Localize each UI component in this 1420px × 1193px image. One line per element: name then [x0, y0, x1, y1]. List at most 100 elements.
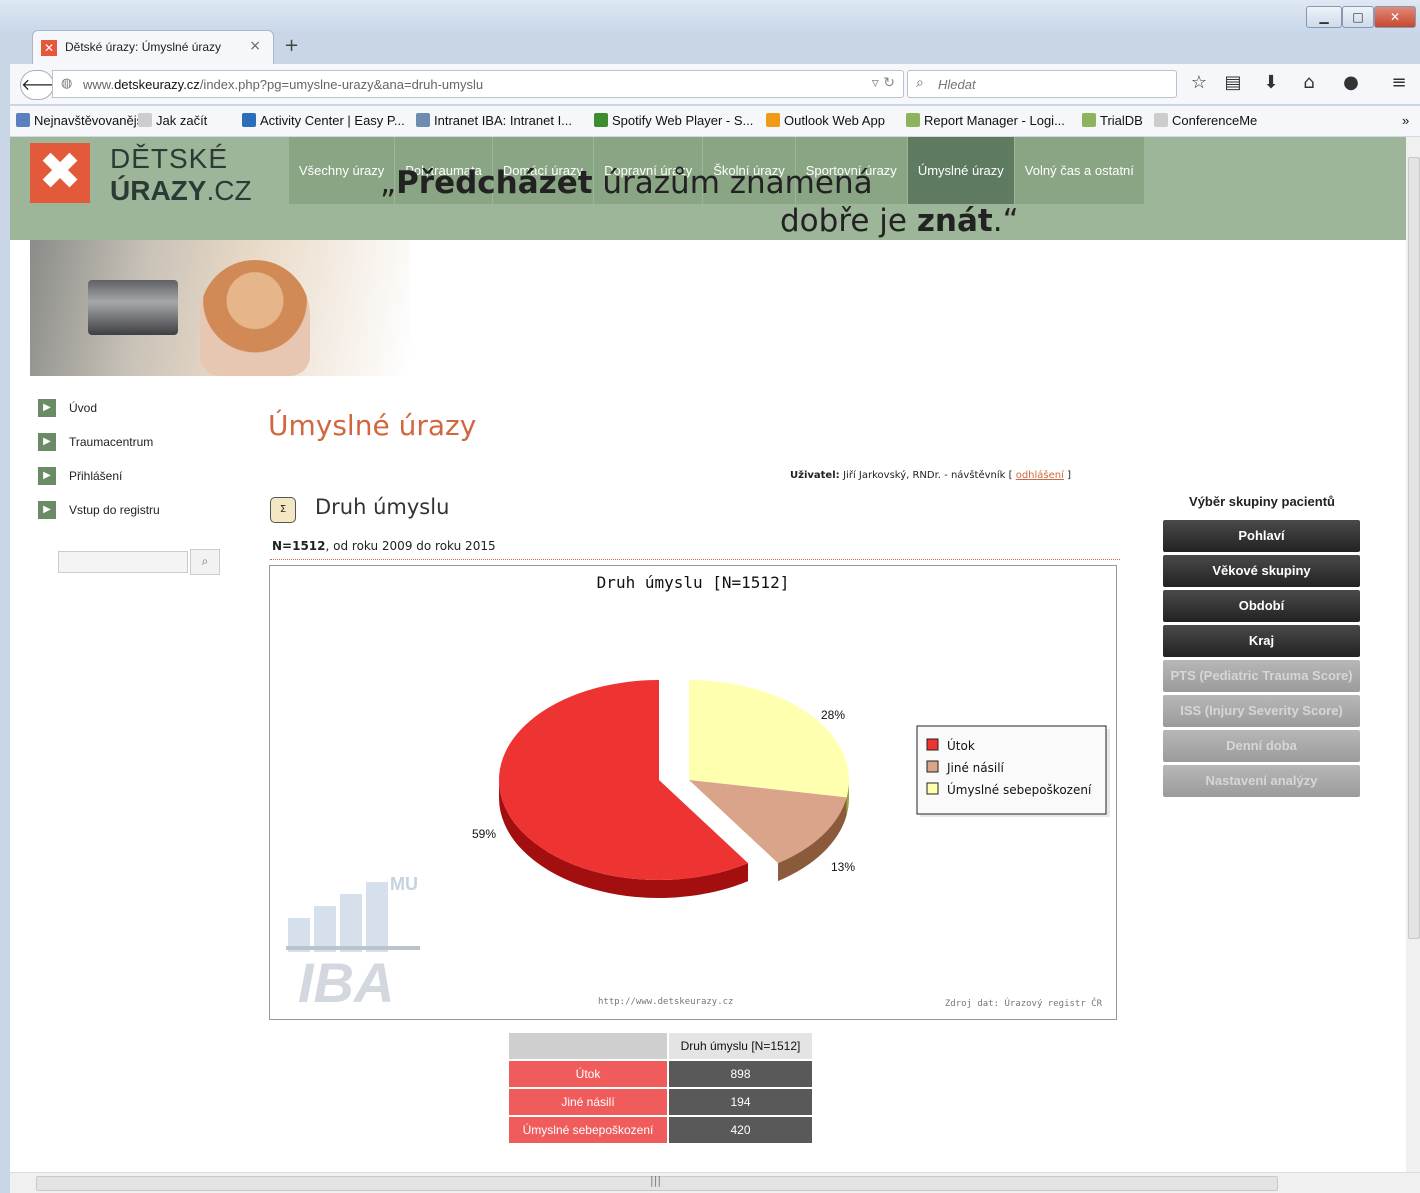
bookmark-item[interactable]: TrialDB: [1082, 113, 1143, 128]
sidebar-search-input[interactable]: [58, 551, 188, 573]
pie-percent-label: 13%: [831, 860, 855, 874]
logo-text-line2[interactable]: ÚRAZY.CZ: [110, 175, 252, 207]
bookmarks-toolbar: Nejnavštěvovanější Jak začít Activity Cent…: [10, 106, 1420, 137]
patient-group-button[interactable]: Období: [1163, 590, 1360, 622]
divider: [270, 559, 1120, 560]
tab-title: Dětské úrazy: Úmyslné úrazy: [65, 40, 222, 54]
pie-slice: [689, 680, 849, 798]
browser-search-bar[interactable]: ⌕: [907, 70, 1177, 98]
vertical-scrollbar[interactable]: [1406, 137, 1420, 1172]
patient-group-button: ISS (Injury Severity Score): [1163, 695, 1360, 727]
patient-group-button[interactable]: Pohlaví: [1163, 520, 1360, 552]
bookmark-label: Outlook Web App: [784, 113, 885, 128]
legend-label: Útok: [947, 738, 975, 753]
back-button[interactable]: 🡐: [20, 70, 64, 100]
patient-group-button[interactable]: Věkové skupiny: [1163, 555, 1360, 587]
reload-icon[interactable]: ▿ ↻: [872, 75, 895, 91]
patient-group-button[interactable]: Kraj: [1163, 625, 1360, 657]
bookmark-item[interactable]: Report Manager - Logi...: [906, 113, 1065, 128]
table-category-cell: Jiné násilí: [509, 1089, 667, 1115]
outlook-icon: [766, 113, 780, 127]
scroll-grip-icon: |||: [650, 1174, 662, 1187]
bookmark-label: Intranet IBA: Intranet I...: [434, 113, 573, 128]
sidebar-search-button[interactable]: ⌕: [190, 549, 220, 575]
horizontal-scrollbar[interactable]: |||: [10, 1172, 1420, 1193]
address-bar[interactable]: ◍ www.detskeurazy.cz/index.php?pg=umysln…: [52, 70, 904, 98]
watermark-line: [286, 946, 420, 950]
page-viewport: ✖ DĚTSKÉ ÚRAZY.CZ Všechny úrazy Polytraum…: [10, 137, 1406, 1172]
patient-group-button: PTS (Pediatric Trauma Score): [1163, 660, 1360, 692]
table-value-cell: 420: [669, 1117, 812, 1143]
bookmark-label: ConferenceMe: [1172, 113, 1258, 128]
bookmark-item[interactable]: Intranet IBA: Intranet I...: [416, 113, 572, 128]
chart-title: Druh úmyslu [N=1512]: [597, 573, 790, 592]
table-row: Úmyslné sebepoškození 420: [509, 1117, 812, 1143]
logo-text-line1[interactable]: DĚTSKÉ: [110, 143, 228, 175]
star-icon[interactable]: ☆: [1186, 72, 1212, 93]
bookmark-item[interactable]: Spotify Web Player - S...: [594, 113, 753, 128]
menu-icon[interactable]: ≡: [1386, 72, 1412, 93]
close-window-button[interactable]: ✕: [1374, 6, 1416, 28]
table-row: Útok 898: [509, 1061, 812, 1087]
legend-box: [916, 725, 1107, 815]
banner-quote-line1: „Předcházet úrazům znamená: [380, 165, 873, 201]
vertical-scroll-thumb[interactable]: [1408, 157, 1420, 939]
pie-chart: 59% 13% 28% Druh úmyslu [N=1512] Útok Jiné ná…: [269, 565, 1117, 1020]
watermark-bar: [340, 894, 362, 952]
sidebar-item-label: Úvod: [69, 401, 98, 415]
bookmark-item[interactable]: Outlook Web App: [766, 113, 885, 128]
table-header-row: Druh úmyslu [N=1512]: [509, 1033, 812, 1059]
bookmark-item[interactable]: ConferenceMe: [1154, 113, 1257, 128]
watermark-bar: [366, 882, 388, 952]
activity-icon: [242, 113, 256, 127]
bookmark-item[interactable]: Jak začít: [138, 113, 207, 128]
arrow-right-icon: ▶: [38, 433, 56, 451]
tab-close-icon[interactable]: ×: [249, 38, 261, 54]
download-icon[interactable]: ⬇: [1258, 72, 1284, 93]
reading-list-icon[interactable]: ▤: [1220, 72, 1246, 93]
new-tab-button[interactable]: +: [284, 35, 299, 56]
browser-search-input[interactable]: [936, 74, 1170, 94]
sample-info: N=1512, od roku 2009 do roku 2015: [272, 539, 496, 553]
logout-link[interactable]: odhlášení: [1016, 470, 1064, 481]
search-icon: ⌕: [201, 554, 209, 568]
table-category-cell: Úmyslné sebepoškození: [509, 1117, 667, 1143]
bookmark-item[interactable]: Activity Center | Easy P...: [242, 113, 405, 128]
sidebar-item-label: Přihlášení: [69, 469, 123, 483]
bookmark-label: TrialDB: [1100, 113, 1143, 128]
maximize-button[interactable]: □: [1342, 6, 1374, 28]
page-icon: [16, 113, 30, 127]
banner-quote-line2: dobře je znát.“: [780, 203, 1019, 239]
iba-icon: [416, 113, 430, 127]
bookmarks-overflow-icon[interactable]: »: [1402, 113, 1409, 128]
sidebar-item-label: Traumacentrum: [69, 435, 154, 449]
table-value-cell: 898: [669, 1061, 812, 1087]
bookmark-label: Spotify Web Player - S...: [612, 113, 754, 128]
arrow-right-icon: ▶: [38, 501, 56, 519]
pot-image: [88, 280, 178, 335]
legend-label: Jiné násilí: [946, 761, 1005, 775]
table-value-cell: 194: [669, 1089, 812, 1115]
menu-item[interactable]: Všechny úrazy: [288, 137, 395, 204]
bookmark-label: Nejnavštěvovanější: [34, 113, 147, 128]
url-text: www.detskeurazy.cz/index.php?pg=umyslne-…: [83, 77, 484, 92]
blank-page-icon: [1154, 113, 1168, 127]
spotify-icon: [594, 113, 608, 127]
menu-item[interactable]: Volný čas a ostatní: [1013, 137, 1144, 204]
section-title: Druh úmyslu: [315, 495, 450, 519]
bookmark-item[interactable]: Nejnavštěvovanější: [16, 113, 147, 128]
menu-item[interactable]: Úmyslné úrazy: [906, 137, 1014, 204]
chart-footer-source: Zdroj dat: Úrazový registr ČR: [945, 997, 1103, 1009]
minimize-button[interactable]: ▁: [1306, 6, 1342, 28]
browser-tab[interactable]: ✕ Dětské úrazy: Úmyslné úrazy ×: [32, 30, 274, 65]
user-info: Uživatel: Jiří Jarkovský, RNDr. - návště…: [790, 470, 1072, 481]
chat-icon[interactable]: ●: [1338, 72, 1364, 93]
legend-swatch: [926, 782, 939, 795]
child-image: [200, 260, 310, 376]
home-icon[interactable]: ⌂: [1296, 72, 1322, 93]
table-corner-cell: [509, 1033, 667, 1059]
table-category-cell: Útok: [509, 1061, 667, 1087]
site-logo-icon[interactable]: ✖: [30, 143, 90, 203]
search-icon: ⌕: [916, 75, 924, 91]
data-table: Druh úmyslu [N=1512] Útok 898 Jiné násilí 1…: [507, 1031, 814, 1145]
